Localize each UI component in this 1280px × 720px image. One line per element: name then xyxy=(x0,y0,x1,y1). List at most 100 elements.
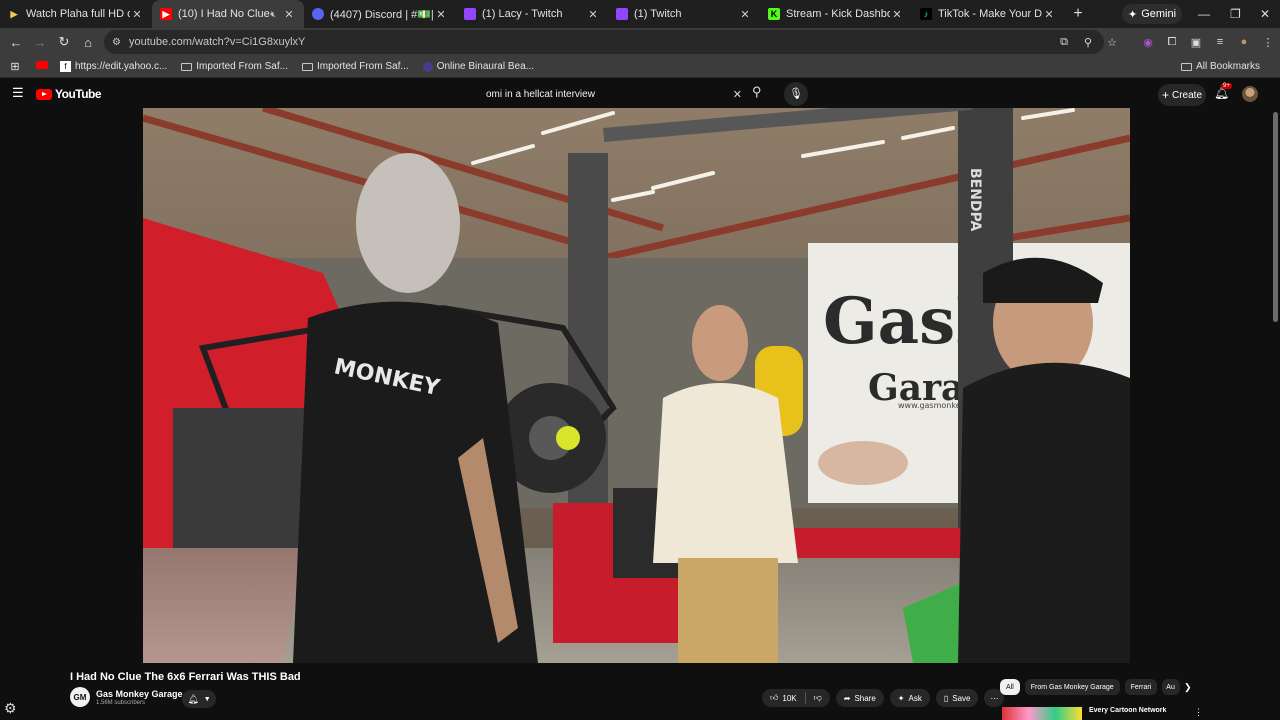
install-app-icon[interactable]: ⧉ xyxy=(1052,36,1076,49)
tab-title: Stream - Kick Dashboard xyxy=(786,8,890,20)
youtube-bookmark-icon[interactable] xyxy=(36,61,54,72)
create-button[interactable]: + Create xyxy=(1158,84,1206,106)
more-horizontal-icon: ⋯ xyxy=(990,693,999,703)
extensions-puzzle-icon[interactable]: ⧠ xyxy=(1160,36,1184,49)
engine-block xyxy=(173,408,313,548)
restore-button[interactable]: ❐ xyxy=(1230,0,1241,28)
bookmark-item[interactable]: Online Binaural Bea... xyxy=(422,61,534,72)
person-middle-head xyxy=(692,305,748,381)
kebab-menu-icon[interactable]: ⋮ xyxy=(1194,707,1203,718)
person-middle-shirt xyxy=(653,383,798,563)
close-icon[interactable]: ✕ xyxy=(738,8,752,21)
profile-avatar-icon[interactable]: ● xyxy=(1232,36,1256,48)
new-tab-button[interactable]: + xyxy=(1064,5,1092,23)
related-title[interactable]: Every Cartoon Network xyxy=(1089,707,1185,720)
notifications-button[interactable]: 🔔︎ 9+ xyxy=(1214,83,1232,100)
window-close-button[interactable]: ✕ xyxy=(1260,0,1270,28)
url-bar[interactable]: ⚙ youtube.com/watch?v=Ci1G8xuylxY xyxy=(104,30,1104,54)
gear-icon[interactable]: ⚙ xyxy=(4,700,17,717)
like-button[interactable]: 👍︎ 10K 👎︎ xyxy=(762,689,830,707)
close-icon[interactable]: ✕ xyxy=(586,8,600,21)
chip-ferrari[interactable]: Ferrari xyxy=(1124,679,1158,695)
browser-tab-active[interactable]: ▶ (10) I Had No Clue The 6x6 🔇︎ ✕ xyxy=(152,0,304,28)
subscribed-bell-button[interactable]: 🔔︎ ▼ xyxy=(182,690,216,708)
tab-title: (1) Twitch xyxy=(634,8,682,20)
chip-more[interactable]: Au xyxy=(1162,679,1181,695)
browser-tab[interactable]: K Stream - Kick Dashboard ✕ xyxy=(760,0,912,28)
close-icon[interactable]: ✕ xyxy=(282,8,296,21)
back-arrow-icon[interactable]: ← xyxy=(4,35,28,50)
chip-channel[interactable]: From Gas Monkey Garage xyxy=(1024,679,1120,695)
gemini-button[interactable]: ✦ Gemini xyxy=(1122,4,1182,24)
kebab-menu-icon[interactable]: ⋮ xyxy=(1256,36,1280,49)
play-icon: ▶ xyxy=(10,9,18,19)
notification-badge: 9+ xyxy=(1221,83,1232,89)
close-icon[interactable]: ✕ xyxy=(434,8,448,21)
speaker-mute-icon[interactable]: 🔇︎ xyxy=(270,9,276,20)
close-icon[interactable]: ✕ xyxy=(1042,8,1056,21)
person-right-shirt xyxy=(958,362,1130,663)
zoom-icon[interactable]: ⚲ xyxy=(1076,36,1100,49)
browser-tab[interactable]: ♪ TikTok - Make Your Day ✕ xyxy=(912,0,1064,28)
chip-all[interactable]: All xyxy=(1000,679,1020,695)
clear-search-icon[interactable]: ✕ xyxy=(733,88,742,101)
twitch-icon xyxy=(464,8,476,20)
browser-tab[interactable]: (1) Twitch ✕ xyxy=(608,0,760,28)
avatar[interactable] xyxy=(1242,86,1258,102)
site-info-icon[interactable]: ⚙ xyxy=(112,37,121,48)
tiktok-icon: ♪ xyxy=(920,8,932,20)
ask-label: Ask xyxy=(908,693,922,703)
browser-tab[interactable]: ▶ Watch Plaha full HD on HiMo ✕ xyxy=(0,0,152,28)
browser-tab[interactable]: (4407) Discord | #💵|sale-m ✕ xyxy=(304,0,456,28)
bookmark-folder[interactable]: Imported From Saf... xyxy=(181,61,288,72)
youtube-icon: ▶ xyxy=(160,8,172,20)
youtube-logo[interactable]: YouTube xyxy=(36,87,102,101)
bookmarks-bar: ⊞ f https://edit.yahoo.c... Imported Fro… xyxy=(0,56,1280,78)
chevron-down-icon: ▼ xyxy=(203,695,211,703)
gemini-label: Gemini xyxy=(1141,8,1177,20)
bookmark-label: Online Binaural Bea... xyxy=(436,61,534,72)
tab-title: (1) Lacy - Twitch xyxy=(482,8,563,20)
browser-tab[interactable]: (1) Lacy - Twitch ✕ xyxy=(456,0,608,28)
folder-icon xyxy=(301,62,313,71)
video-player[interactable]: GasMo Garag www.gasmonkeyga BENDPA MONKE… xyxy=(143,108,1130,663)
tab-title: TikTok - Make Your Day xyxy=(938,8,1042,20)
reload-icon[interactable]: ↻ xyxy=(52,34,76,50)
address-toolbar: ← → ↻ ⌂ ⚙ youtube.com/watch?v=Ci1G8xuylx… xyxy=(0,28,1280,56)
url-text: youtube.com/watch?v=Ci1G8xuylxY xyxy=(128,36,306,48)
page-scrollbar[interactable] xyxy=(1273,112,1278,322)
hamburger-menu-icon[interactable]: ☰ xyxy=(12,85,24,101)
close-icon[interactable]: ✕ xyxy=(130,8,144,21)
bookmark-folder[interactable]: Imported From Saf... xyxy=(301,61,409,72)
microphone-icon[interactable]: 🎙︎ xyxy=(784,82,808,106)
media-controls-icon[interactable]: ≡ xyxy=(1208,36,1232,48)
home-icon[interactable]: ⌂ xyxy=(76,35,100,50)
yahoo-icon: f xyxy=(60,61,71,72)
search-input[interactable]: omi in a hellcat interview ✕ xyxy=(478,82,748,106)
minimize-button[interactable]: — xyxy=(1198,0,1210,28)
folder-icon xyxy=(181,62,193,71)
related-thumbnail[interactable] xyxy=(1002,707,1082,720)
thumbs-down-icon[interactable]: 👎︎ xyxy=(814,693,822,703)
search-icon[interactable]: ⚲ xyxy=(752,84,762,100)
tab-title: Watch Plaha full HD on HiMo xyxy=(26,8,130,20)
bookmark-item[interactable]: f https://edit.yahoo.c... xyxy=(60,61,167,72)
ask-button[interactable]: ✦ Ask xyxy=(889,689,930,707)
save-button[interactable]: ▯ Save xyxy=(935,689,979,707)
thumbs-up-icon: 👍︎ xyxy=(770,693,779,702)
bookmark-star-icon[interactable]: ☆ xyxy=(1100,36,1124,49)
share-label: Share xyxy=(854,693,876,703)
close-icon[interactable]: ✕ xyxy=(890,8,904,21)
lift-label: BENDPA xyxy=(967,168,983,232)
apps-grid-icon[interactable]: ⊞ xyxy=(4,60,26,73)
channel-name[interactable]: Gas Monkey Garage xyxy=(96,689,183,699)
channel-avatar[interactable]: GM xyxy=(70,687,90,707)
all-bookmarks-button[interactable]: All Bookmarks xyxy=(1181,61,1260,72)
bell-icon: 🔔︎ xyxy=(187,693,199,704)
extension-icon[interactable]: ◉ xyxy=(1136,36,1160,49)
side-panel-icon[interactable]: ▣ xyxy=(1184,36,1208,49)
forward-arrow-icon[interactable]: → xyxy=(28,35,52,50)
person-left-head xyxy=(356,153,460,293)
share-button[interactable]: ➦ Share xyxy=(835,689,884,707)
chevron-right-icon[interactable]: ❯ xyxy=(1184,682,1192,693)
